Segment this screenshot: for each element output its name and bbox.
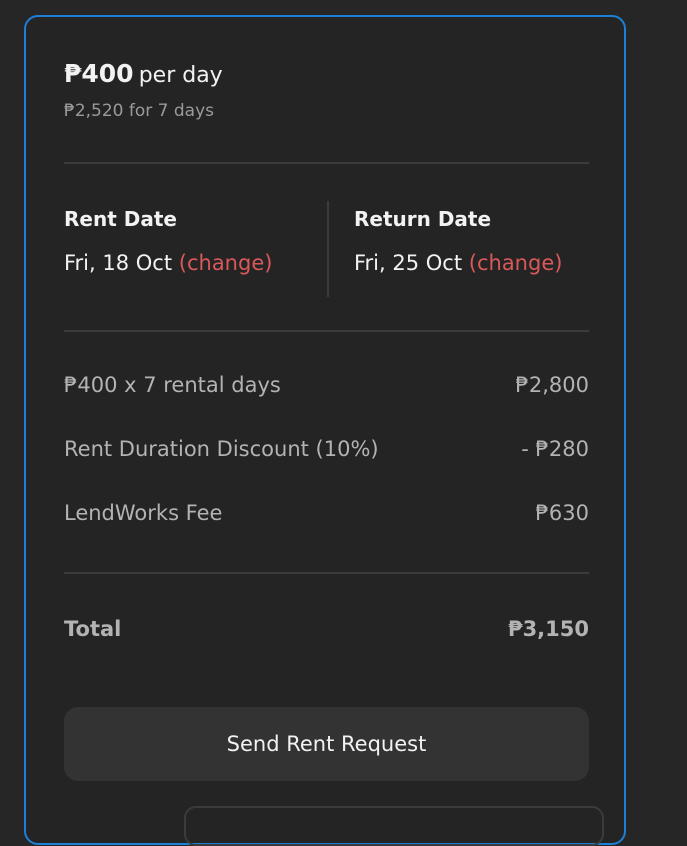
return-date-section: Return Date Fri, 25 Oct (change)	[354, 201, 562, 275]
send-rent-request-button[interactable]: Send Rent Request	[64, 707, 589, 781]
service-fee-line: LendWorks Fee ₱630	[64, 501, 589, 531]
line-item-value: ₱2,800	[515, 373, 589, 397]
change-rent-date-link[interactable]: (change)	[179, 251, 273, 275]
return-date-text: Fri, 25 Oct	[354, 251, 463, 275]
return-date-label: Return Date	[354, 207, 492, 231]
rent-date-label: Rent Date	[64, 207, 177, 231]
total-line: Total ₱3,150	[64, 617, 589, 647]
line-item-value: ₱630	[535, 501, 589, 525]
secondary-button-edge[interactable]	[184, 806, 604, 846]
line-item-value: - ₱280	[521, 437, 589, 461]
duration-discount-line: Rent Duration Discount (10%) - ₱280	[64, 437, 589, 467]
daily-price: ₱400 per day	[64, 59, 223, 88]
rent-date-section: Rent Date Fri, 18 Oct (change)	[64, 201, 272, 275]
rent-date-text: Fri, 18 Oct	[64, 251, 173, 275]
daily-price-amount: ₱400	[64, 59, 134, 88]
divider	[64, 162, 589, 164]
rent-date-value: Fri, 18 Oct (change)	[64, 251, 272, 275]
change-return-date-link[interactable]: (change)	[469, 251, 563, 275]
divider	[64, 330, 589, 332]
line-item-label: ₱400 x 7 rental days	[64, 373, 281, 397]
total-value: ₱3,150	[507, 617, 589, 641]
rental-days-line: ₱400 x 7 rental days ₱2,800	[64, 373, 589, 403]
return-date-value: Fri, 25 Oct (change)	[354, 251, 562, 275]
rent-booking-card: ₱400 per day ₱2,520 for 7 days Rent Date…	[24, 15, 626, 846]
price-summary: ₱2,520 for 7 days	[64, 101, 215, 121]
divider	[64, 572, 589, 574]
line-item-label: LendWorks Fee	[64, 501, 223, 525]
date-separator	[327, 201, 329, 297]
line-item-label: Rent Duration Discount (10%)	[64, 437, 379, 461]
daily-price-unit: per day	[138, 63, 223, 88]
total-label: Total	[64, 617, 122, 641]
date-selection: Rent Date Fri, 18 Oct (change) Return Da…	[64, 201, 589, 297]
